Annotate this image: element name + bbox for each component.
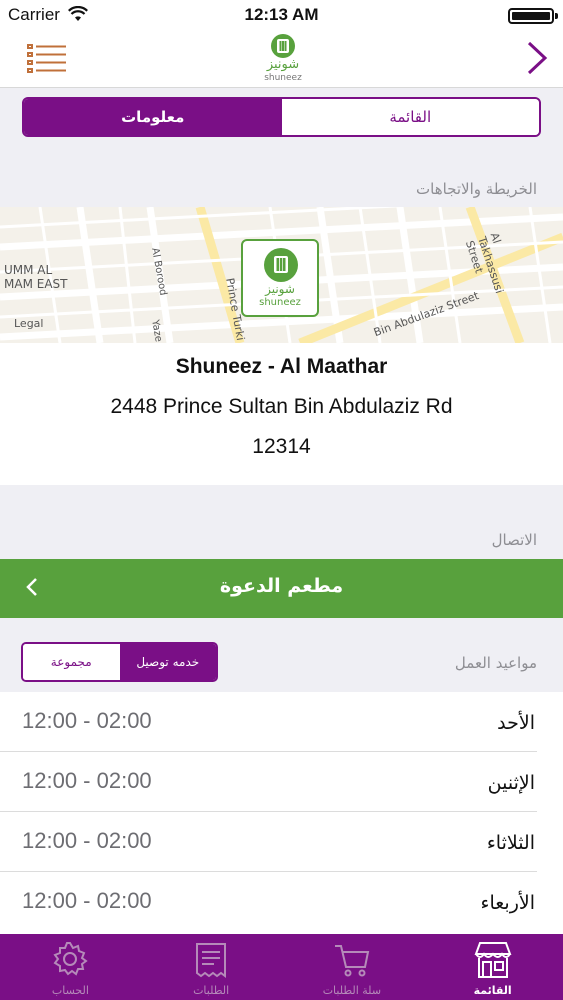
day-label: الأحد <box>497 712 535 734</box>
chevron-right-icon[interactable] <box>524 40 550 76</box>
hours-list: 12:00 - 02:00 الأحد 12:00 - 02:00 الإثني… <box>0 692 563 934</box>
tab-info[interactable]: معلومات <box>24 99 282 135</box>
day-label: الثلاثاء <box>486 832 535 854</box>
hours-value: 12:00 - 02:00 <box>22 768 152 793</box>
store-icon <box>474 942 512 978</box>
tab-menu[interactable]: القائمة <box>281 99 539 135</box>
postal-code: 12314 <box>252 435 311 458</box>
hours-type-segmented-control: مجموعة خدمه توصيل <box>21 642 218 682</box>
day-label: الأربعاء <box>480 892 535 914</box>
list-item: 12:00 - 02:00 الإثنين <box>0 752 563 812</box>
tab-account[interactable]: الحساب <box>0 934 141 1000</box>
bottom-tab-bar: الحساب الطلبات سلة الطلبات القائمة <box>0 934 563 1000</box>
list-item: 12:00 - 02:00 الأحد <box>0 692 563 752</box>
list-item: 12:00 - 02:00 الأربعاء <box>0 872 563 932</box>
contact-title: مطعم الدعوة <box>219 575 344 597</box>
hours-value: 12:00 - 02:00 <box>22 888 152 913</box>
tab-group[interactable]: مجموعة <box>23 644 120 680</box>
pin-latin-text: shuneez <box>259 297 301 308</box>
hours-value: 12:00 - 02:00 <box>22 828 152 853</box>
list-menu-icon[interactable] <box>26 43 68 75</box>
map-pin[interactable]: شونيز shuneez <box>241 239 319 317</box>
logo-arabic-text: شونيز <box>266 57 300 72</box>
contact-restaurant-row[interactable]: مطعم الدعوة <box>0 559 563 618</box>
pin-arabic-text: شونيز <box>265 282 295 296</box>
tab-menu-store[interactable]: القائمة <box>422 934 563 1000</box>
tab-cart[interactable]: سلة الطلبات <box>282 934 423 1000</box>
cart-icon <box>334 945 370 977</box>
map-legal-link[interactable]: Legal <box>14 317 43 330</box>
hours-section-label: مواعيد العمل <box>454 654 537 672</box>
shuneez-pin-icon <box>264 248 298 282</box>
status-bar: Carrier 12:13 AM <box>0 0 563 30</box>
list-item: 12:00 - 02:00 الثلاثاء <box>0 812 563 872</box>
logo-latin-text: shuneez <box>264 73 302 83</box>
address-card: Shuneez - Al Maathar 2448 Prince Sultan … <box>0 343 563 485</box>
info-menu-segmented-control: معلومات القائمة <box>22 97 541 137</box>
map-view[interactable]: UMM AL MAM EAST Al Borood Prince Turki Y… <box>0 207 563 343</box>
clock: 12:13 AM <box>244 5 319 24</box>
tab-cart-label: سلة الطلبات <box>322 984 382 997</box>
map-section-label: الخريطة والاتجاهات <box>416 180 537 198</box>
tab-delivery[interactable]: خدمه توصيل <box>119 644 216 680</box>
address-line: 2448 Prince Sultan Bin Abdulaziz Rd <box>110 395 453 418</box>
shuneez-logo: شونيز shuneez <box>253 32 313 86</box>
hours-value: 12:00 - 02:00 <box>22 708 152 733</box>
tab-orders[interactable]: الطلبات <box>141 934 282 1000</box>
tab-menu-store-label: القائمة <box>473 984 512 997</box>
gear-icon <box>53 942 89 976</box>
receipt-icon <box>196 943 227 978</box>
battery-icon <box>508 8 558 24</box>
nav-bar: شونيز shuneez <box>0 30 563 88</box>
map-label-district-1: UMM AL <box>4 263 53 277</box>
contact-section-label: الاتصال <box>491 531 537 549</box>
tab-orders-label: الطلبات <box>193 984 230 997</box>
restaurant-name: Shuneez - Al Maathar <box>175 355 388 378</box>
tab-account-label: الحساب <box>51 984 89 997</box>
day-label: الإثنين <box>487 772 535 794</box>
map-label-district-2: MAM EAST <box>4 277 68 291</box>
